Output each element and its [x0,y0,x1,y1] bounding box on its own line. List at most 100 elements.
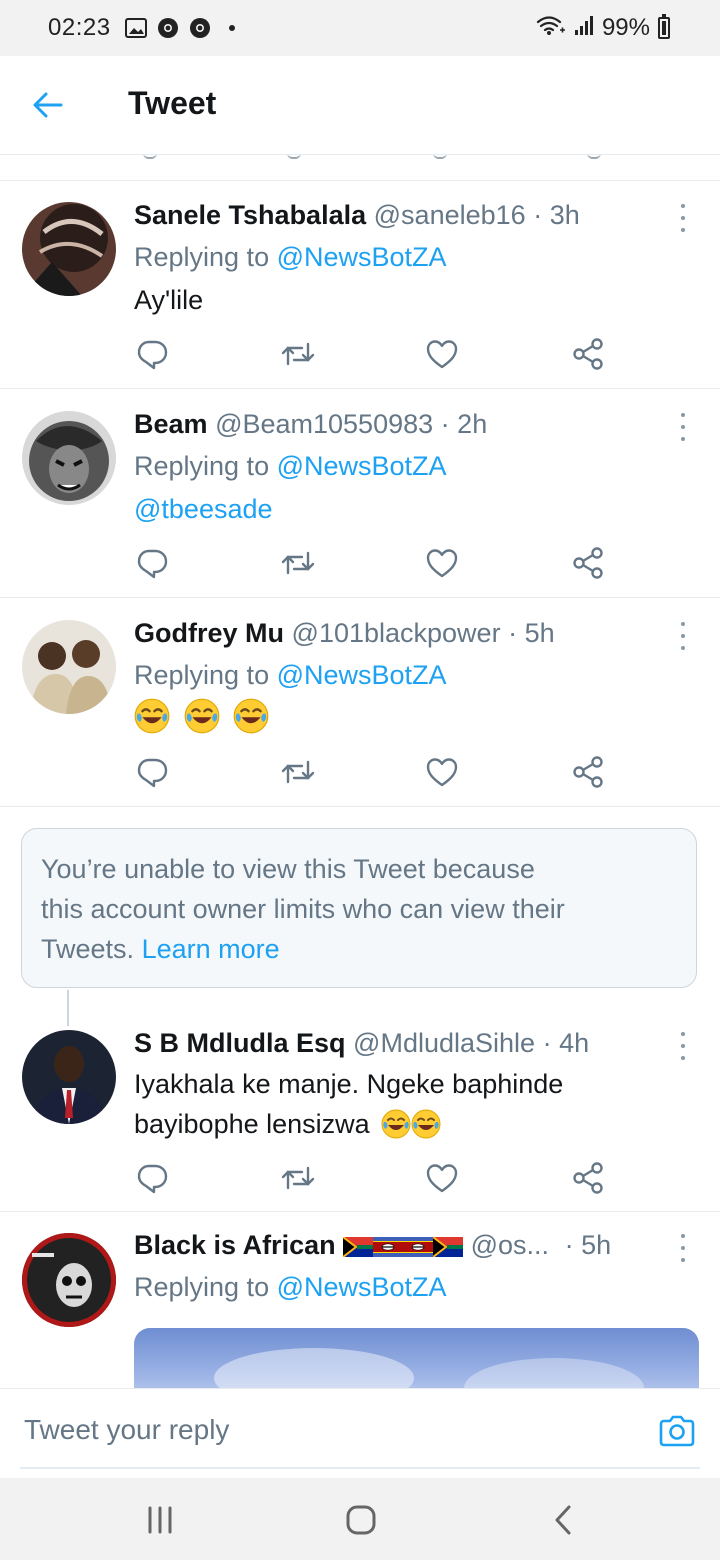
replying-mention[interactable]: @NewsBotZA [277,660,447,690]
author-handle[interactable]: @saneleb16 [374,200,526,230]
avatar[interactable] [22,202,116,296]
author-name[interactable]: Sanele Tshabalala [134,200,366,230]
wifi-icon [536,14,566,43]
replying-mention[interactable]: @NewsBotZA [277,451,447,481]
avatar[interactable] [22,1233,116,1327]
like-icon[interactable] [424,545,460,581]
share-icon[interactable] [570,1160,606,1196]
more-options-icon[interactable] [676,1234,690,1262]
reply-composer [0,1388,720,1479]
chrome-icon [189,17,211,39]
replying-label: Replying to [134,660,270,690]
author-handle[interactable]: @Beam10550983 [215,409,433,439]
author-handle[interactable]: @MdludlaSihle [353,1028,535,1058]
replying-to: Replying to @NewsBotZA [134,242,447,273]
author-handle[interactable]: @os... [471,1230,549,1260]
tweet-time: 3h [549,200,580,230]
like-icon[interactable] [424,1160,460,1196]
back-icon[interactable] [544,1502,584,1538]
separator: · [440,409,450,439]
reply-icon[interactable] [134,1160,170,1196]
tweet-text: Ay'lile [134,285,204,315]
tweet-header: Beam @Beam10550983 · 2h [134,409,487,440]
more-options-icon[interactable] [676,204,690,232]
author-name[interactable]: S B Mdludla Esq [134,1028,346,1058]
replying-mention[interactable]: @NewsBotZA [277,242,447,272]
south-africa-flag-icon [433,1237,463,1257]
tweet-item[interactable]: Sanele Tshabalala @saneleb16 · 3h Replyi… [0,180,720,389]
arrow-left-icon[interactable] [30,87,66,123]
tweet-item[interactable]: Godfrey Mu @101blackpower · 5h Replying … [0,598,720,807]
app-header: Tweet [0,56,720,155]
input-underline [20,1467,700,1469]
avatar[interactable] [22,620,116,714]
author-name[interactable]: Godfrey Mu [134,618,284,648]
home-icon[interactable] [341,1502,381,1538]
tweet-media-image[interactable] [134,1328,699,1388]
battery-icon [658,14,670,39]
share-icon[interactable] [570,754,606,790]
camera-icon[interactable] [658,1413,696,1449]
recent-apps-icon[interactable] [140,1502,180,1538]
tweet-time: 4h [559,1028,590,1058]
retweet-icon[interactable] [280,754,316,790]
avatar[interactable] [22,411,116,505]
notice-line: You’re unable to view this Tweet because [41,854,535,884]
replying-label: Replying to [134,1272,270,1302]
tweet-text-fragment: bayibophe lensizwa [134,1109,370,1139]
notice-line: this account owner limits who can view t… [41,894,565,924]
notification-icons [124,17,243,39]
notice-line: Tweets. Learn more [41,929,681,969]
status-bar: 02:23 99% [0,0,720,56]
tweet-time: 2h [457,409,488,439]
chrome-icon [157,17,179,39]
author-name[interactable]: Beam [134,409,208,439]
reply-icon[interactable] [134,754,170,790]
reply-input[interactable] [22,1403,636,1457]
reply-feed[interactable]: Sanele Tshabalala @saneleb16 · 3h Replyi… [0,155,720,1388]
tweet-item[interactable]: Beam @Beam10550983 · 2h Replying to @New… [0,389,720,598]
battery-percent: 99% [601,14,650,41]
tears-of-joy-emoji-icon [134,698,170,734]
tweet-emojis [134,698,275,739]
retweet-icon[interactable] [280,545,316,581]
separator: · [542,1028,552,1058]
share-icon[interactable] [570,545,606,581]
separator: · [533,200,543,230]
tweet-text-line: Iyakhala ke manje. Ngeke baphinde [134,1069,564,1099]
tweet-text-line: bayibophe lensizwa [134,1104,563,1144]
retweet-icon[interactable] [280,1160,316,1196]
tears-of-joy-emoji-icon [233,698,269,734]
author-name[interactable]: Black is African [134,1230,336,1260]
replying-mention[interactable]: @NewsBotZA [277,1272,447,1302]
replying-label: Replying to [134,242,270,272]
reply-icon[interactable] [134,545,170,581]
more-options-icon[interactable] [676,1032,690,1060]
replying-to: Replying to @NewsBotZA [134,1272,447,1303]
separator: · [508,618,518,648]
avatar[interactable] [22,1030,116,1124]
more-options-icon[interactable] [676,622,690,650]
replying-label: Replying to [134,451,270,481]
like-icon[interactable] [424,336,460,372]
tweet-time: 5h [524,618,555,648]
image-icon [124,17,147,39]
like-icon[interactable] [424,754,460,790]
tweet-header: S B Mdludla Esq @MdludlaSihle · 4h [134,1028,589,1059]
tweet-item[interactable]: S B Mdludla Esq @MdludlaSihle · 4h Iyakh… [0,1008,720,1212]
tweet-header: Godfrey Mu @101blackpower · 5h [134,618,555,649]
eswatini-flag-icon [373,1237,403,1257]
share-icon[interactable] [570,336,606,372]
more-options-icon[interactable] [676,413,690,441]
status-right: 99% [536,0,670,56]
separator: · [564,1230,574,1260]
author-handle[interactable]: @101blackpower [292,618,501,648]
learn-more-link[interactable]: Learn more [142,934,280,964]
reply-icon[interactable] [134,336,170,372]
retweet-icon[interactable] [280,336,316,372]
replying-to: Replying to @NewsBotZA [134,451,447,482]
tweet-mention-link[interactable]: @tbeesade [134,489,273,529]
previous-tweet-actions [0,155,720,181]
page-title: Tweet [128,85,217,121]
tweet-header: Sanele Tshabalala @saneleb16 · 3h [134,200,580,231]
